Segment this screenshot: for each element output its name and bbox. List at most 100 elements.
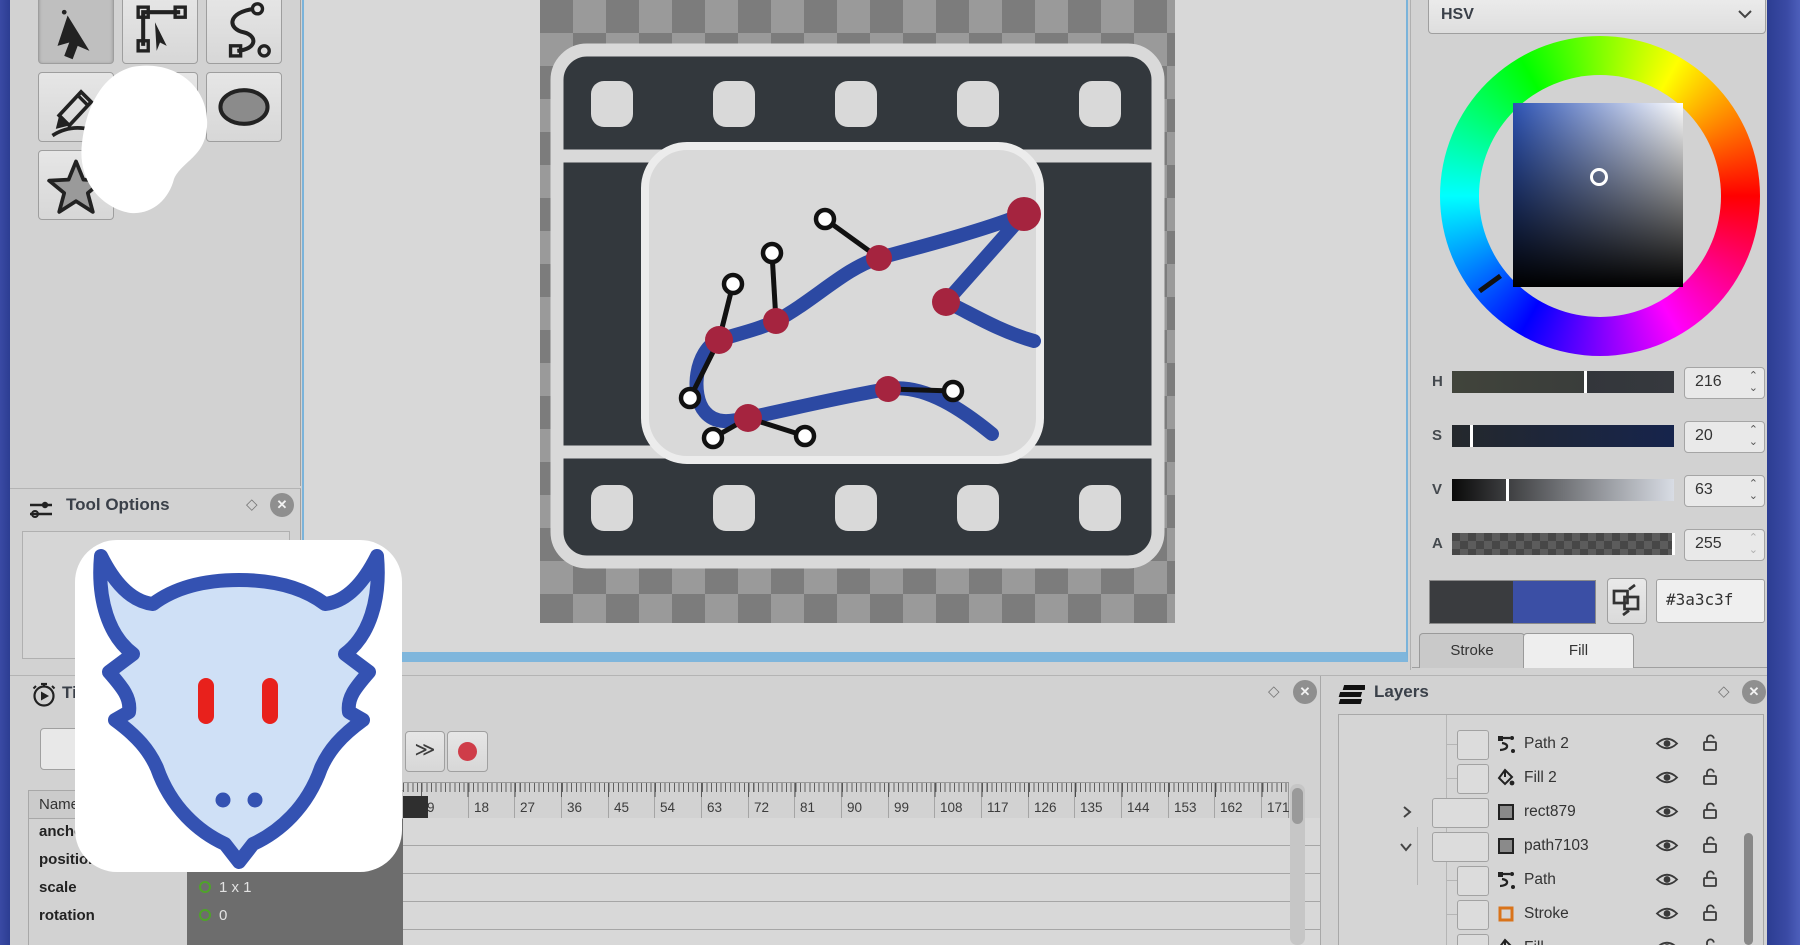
skip-end-icon: ≫: [415, 739, 436, 761]
record-button[interactable]: [447, 731, 488, 772]
layer-thumbnail[interactable]: [1457, 900, 1489, 930]
stroke-icon: [1496, 904, 1516, 924]
dragon-right-nostril: [248, 793, 263, 808]
saturation-label: S: [1432, 427, 1442, 444]
expander-expanded-icon[interactable]: [1399, 841, 1413, 853]
ruler-number: 99: [894, 800, 909, 815]
layer-thumbnail[interactable]: [1457, 934, 1489, 945]
value-slider[interactable]: [1452, 479, 1674, 501]
mascot-card-overlay: [75, 540, 402, 872]
visible-eye-icon[interactable]: [1655, 838, 1679, 853]
ruler-number: 72: [754, 800, 769, 815]
layers-scrollbar[interactable]: [1744, 833, 1753, 945]
tab-stroke[interactable]: Stroke: [1419, 633, 1525, 668]
unlock-icon[interactable]: [1701, 869, 1719, 889]
ruler-number: 135: [1080, 800, 1103, 815]
ruler-number: 144: [1127, 800, 1150, 815]
timeline-float-icon[interactable]: ◇: [1268, 684, 1280, 699]
dragon-right-eye: [262, 678, 278, 724]
alpha-slider[interactable]: [1452, 533, 1674, 555]
swap-colors-icon: [1608, 579, 1644, 621]
expander-collapsed-icon[interactable]: [1401, 805, 1413, 819]
ruler-number: 108: [940, 800, 963, 815]
saturation-slider[interactable]: [1452, 425, 1674, 447]
bezier-pen-icon: [207, 0, 281, 63]
layer-row[interactable]: Fill: [1339, 932, 1761, 945]
property-row[interactable]: [29, 931, 404, 945]
saturation-spinbox[interactable]: 20⌃⌄: [1684, 421, 1765, 453]
window-border-right: [1767, 0, 1800, 945]
unlock-icon[interactable]: [1701, 937, 1719, 945]
property-row[interactable]: scale 1 x 1: [29, 875, 404, 903]
ruler-number: 117: [987, 800, 1009, 815]
sv-selector[interactable]: [1590, 168, 1608, 186]
hue-marker[interactable]: [1478, 274, 1502, 293]
skip-end-button[interactable]: ≫: [405, 731, 445, 772]
layer-thumbnail[interactable]: [1432, 798, 1489, 828]
unlock-icon[interactable]: [1701, 835, 1719, 855]
canvas-document[interactable]: [540, 0, 1175, 623]
stopwatch-play-icon: [30, 682, 58, 708]
swap-colors-button[interactable]: [1607, 578, 1647, 624]
hex-value: #3a3c3f: [1666, 590, 1733, 609]
layer-row[interactable]: rect879: [1339, 796, 1761, 830]
layer-thumbnail[interactable]: [1457, 764, 1489, 794]
fill-icon: [1496, 768, 1516, 788]
timeline-tracks[interactable]: [403, 818, 1320, 945]
timeline-close-button[interactable]: ✕: [1293, 680, 1317, 704]
unlock-icon[interactable]: [1701, 733, 1719, 753]
property-row[interactable]: rotation 0: [29, 903, 404, 931]
ruler-number: 90: [847, 800, 862, 815]
ruler-number: 126: [1034, 800, 1057, 815]
layer-row[interactable]: Path 2: [1339, 728, 1761, 762]
visible-eye-icon[interactable]: [1655, 770, 1679, 785]
dragon-left-nostril: [216, 793, 231, 808]
tool-options-float-icon[interactable]: ◇: [246, 497, 258, 512]
unlock-icon[interactable]: [1701, 801, 1719, 821]
layers-close-button[interactable]: ✕: [1742, 680, 1766, 704]
hex-field[interactable]: #3a3c3f: [1656, 579, 1765, 623]
value-label: V: [1432, 481, 1442, 498]
ruler-number: 54: [660, 800, 675, 815]
swatch-secondary: [1513, 581, 1595, 623]
timeline-ruler[interactable]: 9 18 27 36 45 54 63 72 81 90 99 108 117 …: [403, 782, 1289, 820]
value-spinbox[interactable]: 63⌃⌄: [1684, 475, 1765, 507]
canvas-viewport[interactable]: [302, 0, 1408, 662]
color-mode-dropdown[interactable]: HSV: [1428, 0, 1766, 34]
timeline-scrollbar[interactable]: [1290, 784, 1305, 945]
film-strip-artwork[interactable]: [540, 0, 1175, 623]
tab-fill[interactable]: Fill: [1523, 633, 1634, 668]
layer-row[interactable]: path7103: [1339, 830, 1761, 864]
playhead[interactable]: [403, 796, 428, 819]
scrollbar-handle[interactable]: [1292, 788, 1303, 824]
tool-options-close-button[interactable]: ✕: [270, 493, 294, 517]
unlock-icon[interactable]: [1701, 767, 1719, 787]
color-mode-value: HSV: [1441, 6, 1474, 24]
visible-eye-icon[interactable]: [1655, 940, 1679, 945]
layer-thumbnail[interactable]: [1432, 832, 1489, 862]
color-panel: HSV H 216⌃⌄ S 20⌃⌄ V: [1412, 0, 1767, 672]
color-wheel[interactable]: [1440, 36, 1760, 356]
layer-row[interactable]: Path: [1339, 864, 1761, 898]
ruler-number: 36: [567, 800, 582, 815]
layer-thumbnail[interactable]: [1457, 866, 1489, 896]
visible-eye-icon[interactable]: [1655, 736, 1679, 751]
hue-slider[interactable]: [1452, 371, 1674, 393]
ruler-number: 81: [800, 800, 815, 815]
visible-eye-icon[interactable]: [1655, 872, 1679, 887]
unlock-icon[interactable]: [1701, 903, 1719, 923]
canvas-right-divider[interactable]: [1410, 0, 1411, 670]
layers-icon: [1337, 682, 1365, 708]
layer-thumbnail[interactable]: [1457, 730, 1489, 760]
layer-row[interactable]: Fill 2: [1339, 762, 1761, 796]
name-column-header: Name: [39, 796, 79, 813]
layers-float-icon[interactable]: ◇: [1718, 684, 1730, 699]
alpha-spinbox[interactable]: 255⌃⌄: [1684, 529, 1765, 561]
layer-row[interactable]: Stroke: [1339, 898, 1761, 932]
visible-eye-icon[interactable]: [1655, 804, 1679, 819]
window-border-left: [0, 0, 10, 945]
layers-tree: Path 2 Fill 2: [1338, 714, 1764, 945]
visible-eye-icon[interactable]: [1655, 906, 1679, 921]
hue-spinbox[interactable]: 216⌃⌄: [1684, 367, 1765, 399]
sv-square[interactable]: [1513, 103, 1683, 287]
